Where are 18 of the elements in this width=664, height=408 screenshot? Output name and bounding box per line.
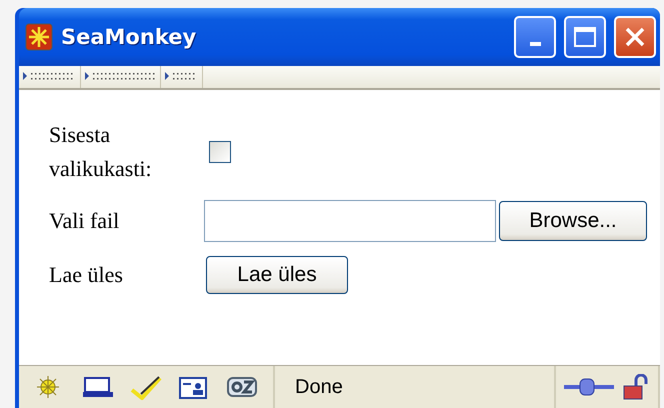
maximize-icon [573, 26, 597, 48]
checkbox[interactable] [209, 141, 231, 164]
browse-button[interactable]: Browse... [499, 201, 647, 242]
minimize-icon [530, 42, 540, 46]
padlock-icon[interactable] [622, 374, 650, 400]
connection-icon[interactable] [564, 376, 614, 398]
file-input[interactable] [204, 200, 496, 242]
status-text: Done [275, 366, 556, 408]
checkbox-label: Sisesta valikukasti: [49, 121, 153, 184]
upload-button[interactable]: Lae üles [206, 256, 348, 294]
upload-label: Lae üles [49, 261, 124, 290]
close-icon [623, 25, 647, 49]
file-label: Vali fail [49, 207, 120, 236]
minimize-button[interactable] [514, 16, 556, 58]
app-icon [25, 23, 53, 51]
maximize-button[interactable] [564, 16, 606, 58]
window-title: SeaMonkey [61, 25, 198, 49]
close-button[interactable] [614, 16, 656, 58]
